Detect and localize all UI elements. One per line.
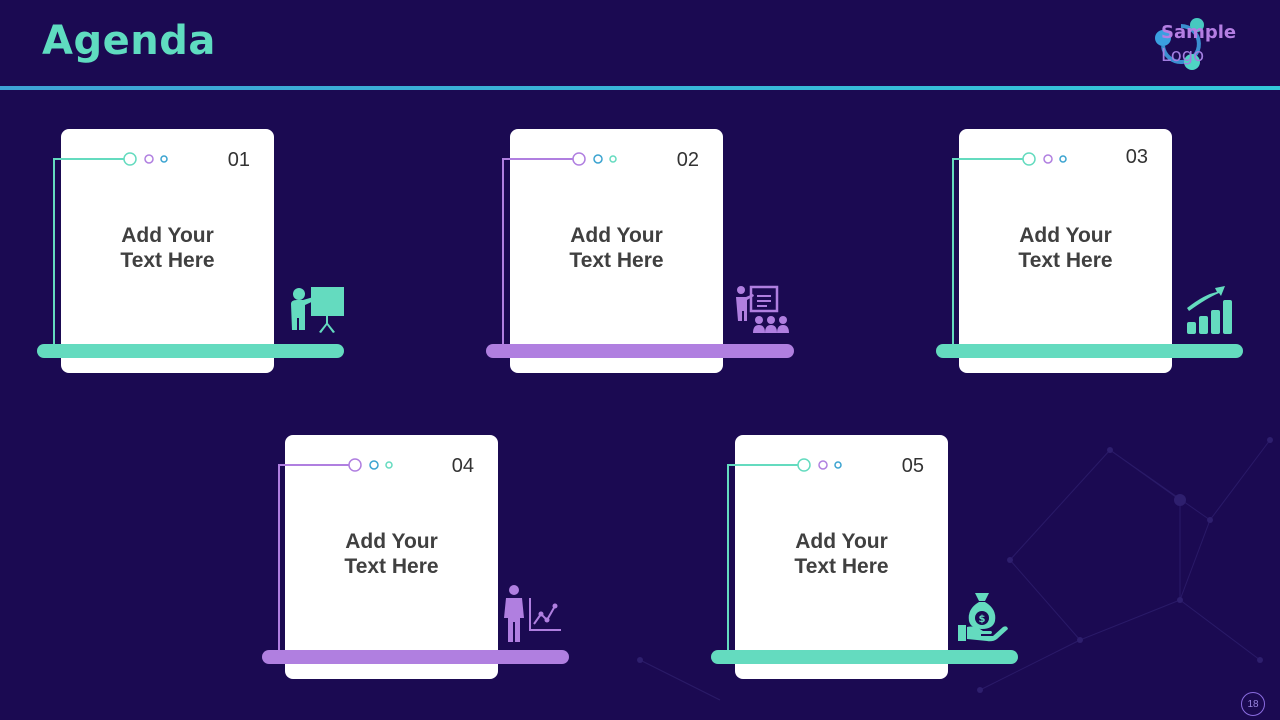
connector-1 [53,152,168,350]
agenda-number-1: 01 [227,149,250,171]
accent-bar-1 [37,344,344,358]
accent-bar-2 [486,344,794,358]
agenda-number-2: 02 [676,149,699,171]
businessman-chart-icon [504,585,561,642]
connector-4 [278,458,393,656]
connector-5 [727,458,842,656]
presenter-audience-icon [736,285,789,333]
connector-3 [952,152,1067,350]
header-divider [0,86,1280,90]
page-title: Agenda [42,18,216,64]
svg-text:$: $ [979,614,986,625]
page-number: 18 [1241,692,1265,716]
accent-bar-3 [936,344,1243,358]
agenda-number-3: 03 [1125,146,1148,168]
connector-2 [502,152,617,350]
agenda-number-5: 05 [901,455,924,477]
presentation-board-icon [291,287,344,333]
growth-chart-icon [1187,286,1232,334]
logo-line-2: Logo [1161,45,1205,66]
agenda-number-4: 04 [451,455,474,477]
accent-bar-4 [262,650,569,664]
accent-bar-5 [711,650,1018,664]
logo-text: Sample Logo [1161,21,1236,67]
logo-line-1: Sample [1161,22,1237,43]
money-bag-hand-icon: $ [958,593,1008,642]
